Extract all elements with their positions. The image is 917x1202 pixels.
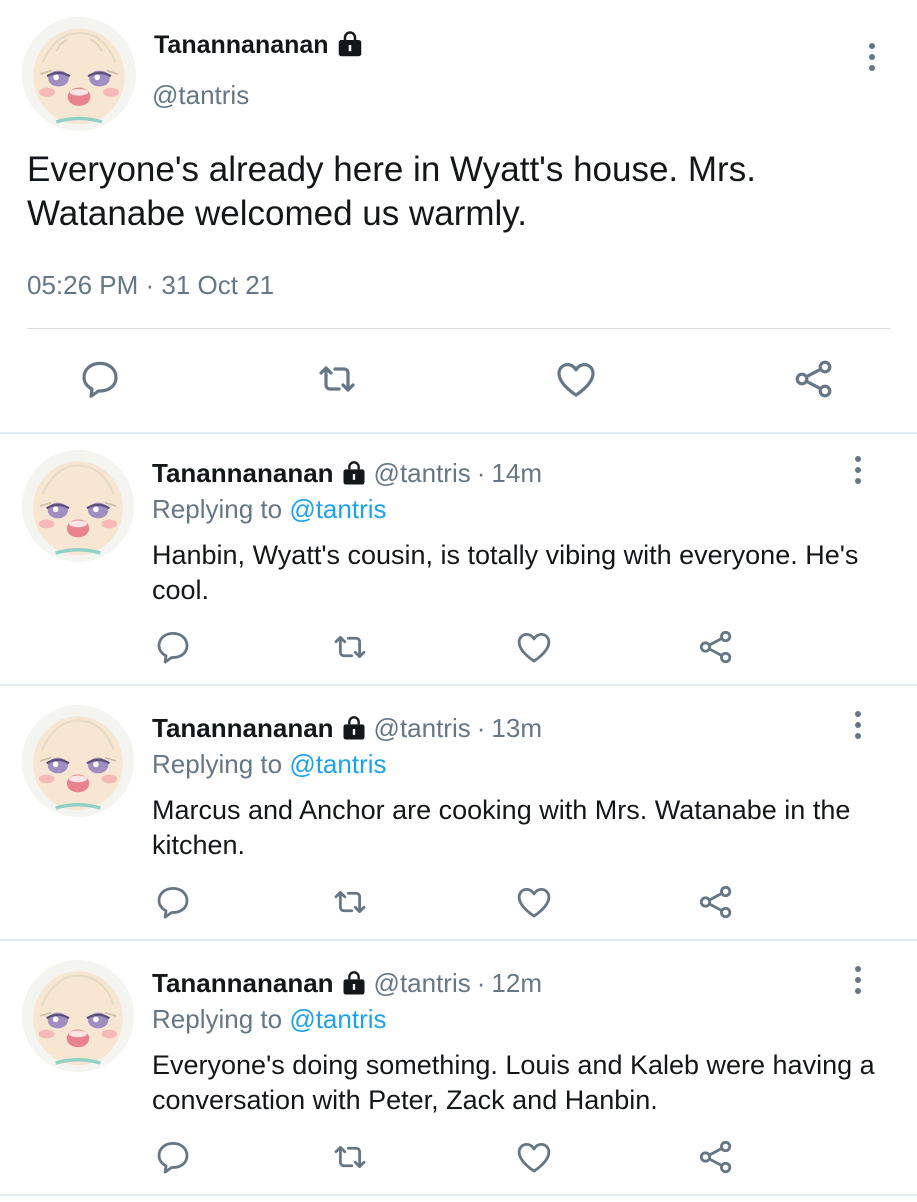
replying-to-line: Replying to @tantris [152,1004,387,1035]
mention-link[interactable]: @tantris [289,1004,386,1034]
retweet-button[interactable] [313,355,361,403]
separator: · [476,713,486,743]
vertical-ellipsis-icon[interactable] [853,456,863,484]
display-name[interactable]: Tanannananan [152,713,334,744]
lock-icon [335,30,365,60]
reply-button[interactable] [76,355,124,403]
retweet-button[interactable] [329,1136,371,1178]
mention-link[interactable]: @tantris [289,749,386,779]
tweet-text: Marcus and Anchor are cooking with Mrs. … [152,795,851,860]
divider [0,432,917,434]
divider [0,939,917,941]
avatar[interactable] [22,450,134,562]
reply-tweet: Tanannananan @tantris · 14m Replying to … [0,438,917,692]
action-bar [0,1136,917,1186]
mention-link[interactable]: @tantris [289,494,386,524]
heart-icon [517,1143,551,1173]
avatar-face [22,450,134,562]
author-row: Tanannananan [154,30,365,60]
replying-prefix: Replying to [152,494,290,524]
retweet-icon [334,1145,366,1169]
lock-icon [340,460,368,488]
retweet-button[interactable] [329,881,371,923]
replying-to-line: Replying to @tantris [152,494,387,525]
author-row: Tanannananan @tantris · 13m [152,713,542,744]
replying-prefix: Replying to [152,749,290,779]
divider [27,328,890,329]
relative-time[interactable]: 13m [491,713,542,744]
handle[interactable]: @tantris [374,458,471,489]
divider [0,684,917,686]
like-button[interactable] [513,881,555,923]
retweet-icon [334,890,366,914]
reply-button[interactable] [152,626,194,668]
author-row: Tanannananan @tantris · 14m [152,458,542,489]
retweet-icon [319,366,355,392]
share-button[interactable] [695,626,737,668]
separator: · [476,458,486,488]
share-nodes-icon [795,360,832,398]
action-bar [0,355,917,405]
like-button[interactable] [513,626,555,668]
handle[interactable]: @tantris [374,713,471,744]
share-button[interactable] [790,355,838,403]
timestamp[interactable]: 05:26 PM · 31 Oct 21 [27,270,274,301]
main-tweet: Tanannananan @tantris Everyone's already… [0,0,917,433]
reply-button[interactable] [152,1136,194,1178]
share-nodes-icon [699,630,732,664]
handle[interactable]: @tantris [152,80,249,111]
relative-time[interactable]: 12m [491,968,542,999]
vertical-ellipsis-icon[interactable] [853,711,863,739]
speech-bubble-icon [157,631,189,664]
reply-button[interactable] [152,881,194,923]
retweet-icon [334,635,366,659]
tweet-text: Hanbin, Wyatt's cousin, is totally vibin… [152,540,859,605]
reply-tweet: Tanannananan @tantris · 12m Replying to … [0,948,917,1202]
avatar[interactable] [22,960,134,1072]
share-button[interactable] [695,1136,737,1178]
divider [0,1194,917,1196]
action-bar [0,626,917,676]
avatar-face [22,17,136,131]
avatar-face [22,705,134,817]
lock-icon [340,715,368,743]
heart-icon [557,363,595,397]
reply-tweet: Tanannananan @tantris · 13m Replying to … [0,693,917,947]
like-button[interactable] [552,355,600,403]
separator: · [476,968,486,998]
avatar[interactable] [22,705,134,817]
speech-bubble-icon [157,1141,189,1174]
tweet-text: Everyone's doing something. Louis and Ka… [152,1050,875,1115]
retweet-button[interactable] [329,626,371,668]
replying-to-line: Replying to @tantris [152,749,387,780]
lock-icon [340,970,368,998]
avatar-face [22,960,134,1072]
action-bar [0,881,917,931]
heart-icon [517,888,551,918]
display-name[interactable]: Tanannananan [154,31,329,60]
avatar[interactable] [22,17,136,131]
share-nodes-icon [699,885,732,919]
tweet-text: Everyone's already here in Wyatt's house… [27,150,756,233]
display-name[interactable]: Tanannananan [152,968,334,999]
relative-time[interactable]: 14m [491,458,542,489]
heart-icon [517,633,551,663]
speech-bubble-icon [157,886,189,919]
replying-prefix: Replying to [152,1004,290,1034]
speech-bubble-icon [82,361,118,398]
vertical-ellipsis-icon[interactable] [853,966,863,994]
handle[interactable]: @tantris [374,968,471,999]
like-button[interactable] [513,1136,555,1178]
vertical-ellipsis-icon[interactable] [867,43,877,71]
display-name[interactable]: Tanannananan [152,458,334,489]
share-nodes-icon [699,1140,732,1174]
author-row: Tanannananan @tantris · 12m [152,968,542,999]
share-button[interactable] [695,881,737,923]
